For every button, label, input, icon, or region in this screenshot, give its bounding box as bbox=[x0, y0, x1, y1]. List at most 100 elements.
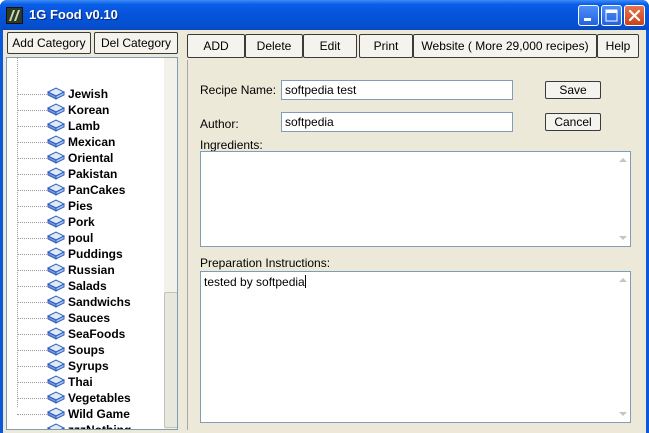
author-label: Author: bbox=[200, 117, 239, 131]
tree-item[interactable]: Sauces bbox=[7, 310, 167, 326]
tree-item-label: Pakistan bbox=[68, 167, 118, 181]
save-button[interactable]: Save bbox=[545, 81, 601, 99]
tree-connector bbox=[17, 302, 51, 303]
tree-item[interactable]: Salads bbox=[7, 278, 167, 294]
recipe-name-label: Recipe Name: bbox=[200, 83, 277, 97]
tree-connector bbox=[17, 190, 51, 191]
preparation-scrollbar[interactable] bbox=[616, 272, 630, 422]
tree-item-label: Vegetables bbox=[68, 391, 131, 405]
tree-item-label: Mexican bbox=[68, 135, 116, 149]
tree-item[interactable]: Sandwichs bbox=[7, 294, 167, 310]
tree-item[interactable]: Pakistan bbox=[7, 166, 167, 182]
tree-item[interactable]: Vegetables bbox=[7, 390, 167, 406]
preparation-text: tested by softpedia bbox=[204, 275, 305, 289]
tree-connector bbox=[17, 318, 51, 319]
edit-recipe-button[interactable]: Edit bbox=[303, 34, 357, 58]
tree-item[interactable]: Russian bbox=[7, 262, 167, 278]
ingredients-scrollbar[interactable] bbox=[616, 152, 630, 246]
del-category-button[interactable]: Del Category bbox=[94, 32, 178, 54]
tree-item-label: Oriental bbox=[68, 151, 114, 165]
tree-item-label: PanCakes bbox=[68, 183, 126, 197]
tree-connector bbox=[17, 174, 51, 175]
tree-item[interactable]: Thai bbox=[7, 374, 167, 390]
tree-item[interactable]: Soups bbox=[7, 342, 167, 358]
tree-item-label: Soups bbox=[68, 343, 105, 357]
maximize-icon bbox=[605, 9, 618, 22]
recipe-form: Recipe Name: softpedia test Save Author:… bbox=[187, 60, 643, 430]
tree-item-label: Pies bbox=[68, 199, 93, 213]
scroll-thumb[interactable] bbox=[164, 292, 177, 428]
tree-connector bbox=[17, 126, 51, 127]
tree-connector bbox=[17, 94, 51, 95]
client-area: Add Category Del Category Jewish Korean La… bbox=[3, 30, 646, 433]
cancel-button[interactable]: Cancel bbox=[545, 113, 601, 131]
tree-connector bbox=[17, 366, 51, 367]
tree-item[interactable]: Lamb bbox=[7, 118, 167, 134]
website-button[interactable]: Website ( More 29,000 recipes) bbox=[413, 34, 597, 58]
tree-item-label: Wild Game bbox=[68, 407, 130, 421]
tree-item-label: Puddings bbox=[68, 247, 123, 261]
close-icon bbox=[628, 9, 641, 22]
delete-recipe-button[interactable]: Delete bbox=[245, 34, 303, 58]
tree-connector bbox=[17, 158, 51, 159]
tree-connector bbox=[17, 254, 51, 255]
tree-connector bbox=[17, 206, 51, 207]
book-icon bbox=[46, 422, 66, 429]
tree-item[interactable]: poul bbox=[7, 230, 167, 246]
tree-item[interactable]: Puddings bbox=[7, 246, 167, 262]
tree-connector bbox=[17, 270, 51, 271]
tree-item[interactable]: Jewish bbox=[7, 86, 167, 102]
tree-connector bbox=[17, 334, 51, 335]
preparation-textarea[interactable]: tested by softpedia bbox=[200, 271, 631, 423]
author-input[interactable]: softpedia bbox=[281, 112, 513, 132]
tree-item[interactable]: Mexican bbox=[7, 134, 167, 150]
tree-item[interactable]: PanCakes bbox=[7, 182, 167, 198]
preparation-label: Preparation Instructions: bbox=[200, 256, 331, 270]
tree-item-label: Syrups bbox=[68, 359, 109, 373]
tree-item[interactable]: Syrups bbox=[7, 358, 167, 374]
tree-item-label: poul bbox=[68, 231, 94, 245]
tree-connector bbox=[17, 286, 51, 287]
tree-connector bbox=[17, 382, 51, 383]
scroll-up-arrow-icon[interactable] bbox=[619, 158, 627, 162]
tree-item[interactable]: Oriental bbox=[7, 150, 167, 166]
scroll-down-arrow-icon[interactable] bbox=[619, 412, 627, 416]
tree-connector bbox=[17, 142, 51, 143]
tree-item-label: Sauces bbox=[68, 311, 111, 325]
tree-item-label: zzzNothing bbox=[68, 423, 132, 430]
tree-item-label: Salads bbox=[68, 279, 107, 293]
tree-item-label: SeaFoods bbox=[68, 327, 126, 341]
tree-item[interactable]: Pies bbox=[7, 198, 167, 214]
category-scrollbar[interactable] bbox=[164, 58, 177, 429]
close-button[interactable] bbox=[624, 5, 645, 26]
recipe-name-input[interactable]: softpedia test bbox=[281, 80, 513, 100]
tree-connector bbox=[17, 350, 51, 351]
tree-connector bbox=[17, 110, 51, 111]
scroll-up-arrow-icon[interactable] bbox=[619, 278, 627, 282]
minimize-button[interactable] bbox=[578, 5, 599, 26]
category-tree[interactable]: Jewish Korean Lamb Mexican Oriental Pakistan P… bbox=[6, 57, 178, 430]
ingredients-label: Ingredients: bbox=[200, 138, 263, 152]
maximize-button[interactable] bbox=[601, 5, 622, 26]
title-bar[interactable]: 1G Food v0.10 bbox=[0, 0, 649, 30]
add-category-button[interactable]: Add Category bbox=[7, 32, 91, 54]
ingredients-textarea[interactable] bbox=[200, 151, 631, 247]
tree-item-label: Pork bbox=[68, 215, 95, 229]
tree-item[interactable]: Korean bbox=[7, 102, 167, 118]
tree-item-label: Jewish bbox=[68, 87, 109, 101]
tree-item-label: Lamb bbox=[68, 119, 101, 133]
scroll-down-arrow-icon[interactable] bbox=[619, 236, 627, 240]
tree-item-label: Sandwichs bbox=[68, 295, 131, 309]
tree-item[interactable]: SeaFoods bbox=[7, 326, 167, 342]
app-icon[interactable] bbox=[6, 7, 23, 24]
tree-connector bbox=[17, 414, 51, 415]
minimize-icon bbox=[584, 18, 591, 21]
help-button[interactable]: Help bbox=[597, 34, 639, 58]
print-button[interactable]: Print bbox=[359, 34, 413, 58]
tree-item-label: Russian bbox=[68, 263, 115, 277]
tree-item[interactable]: zzzNothing bbox=[7, 422, 167, 430]
tree-item[interactable]: Wild Game bbox=[7, 406, 167, 422]
tree-connector bbox=[17, 238, 51, 239]
add-recipe-button[interactable]: ADD bbox=[187, 34, 245, 58]
tree-item[interactable]: Pork bbox=[7, 214, 167, 230]
